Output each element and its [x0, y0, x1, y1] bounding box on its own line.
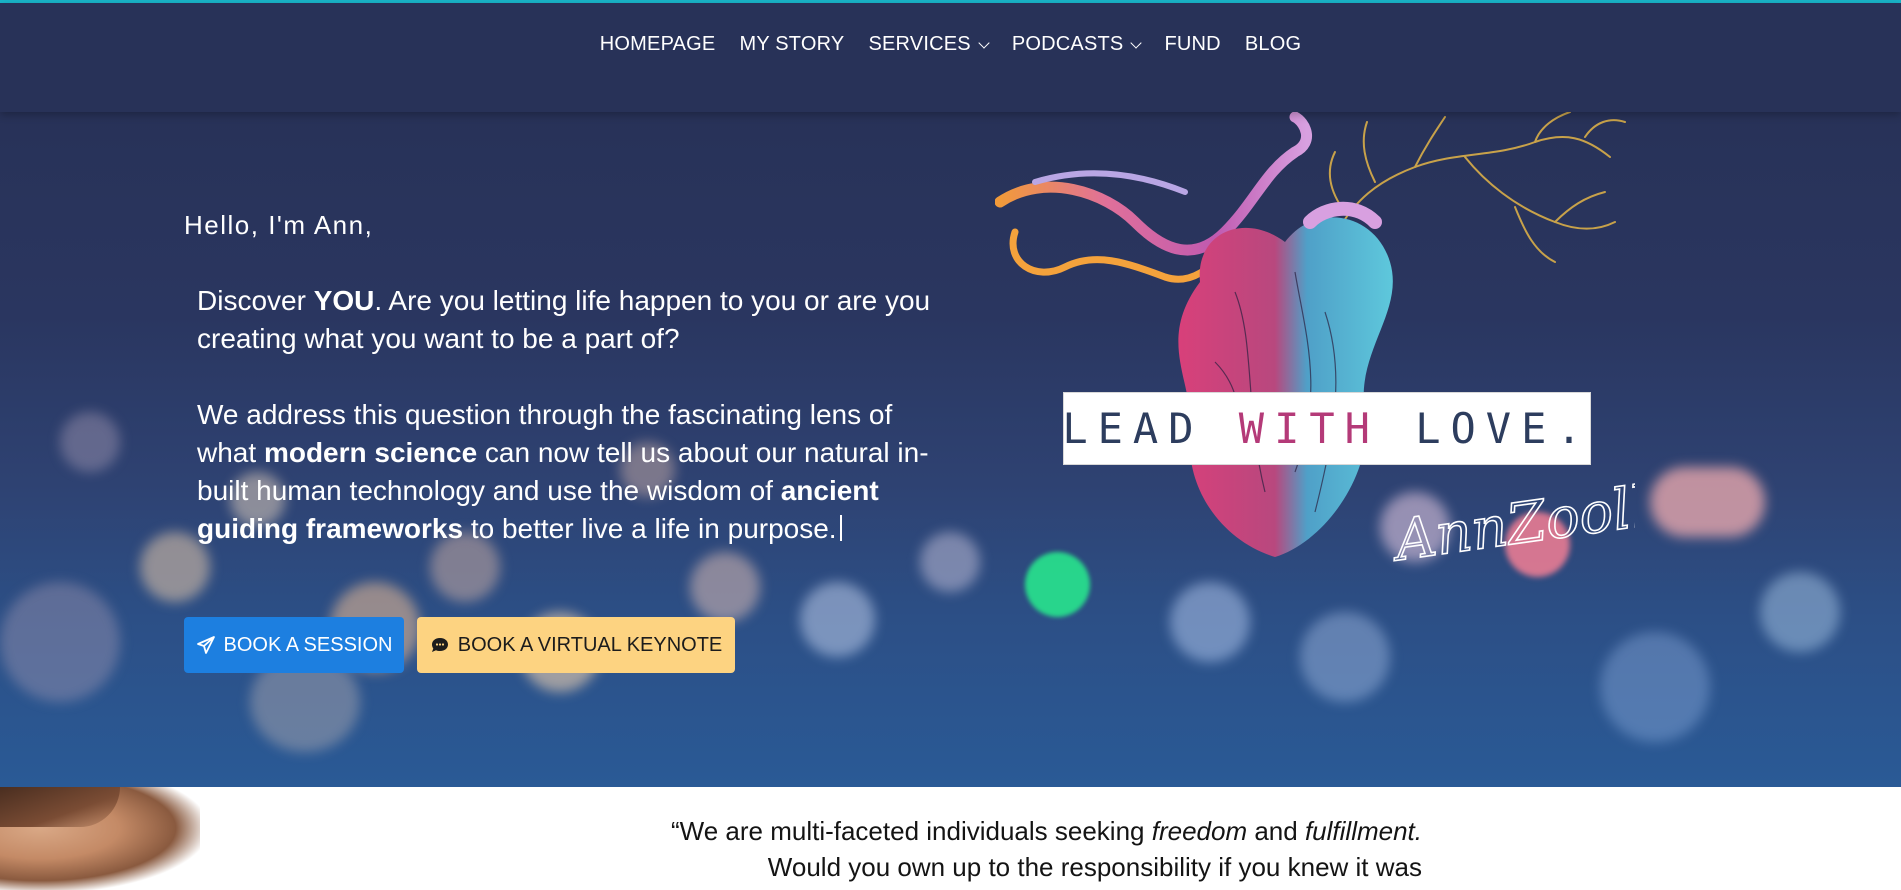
hero-greeting: Hello, I'm Ann, — [184, 210, 374, 240]
heart-artwork: AnnZoolhelle — [995, 112, 1635, 576]
nav-homepage-label: HOMEPAGE — [599, 33, 716, 55]
paper-plane-icon — [196, 635, 216, 655]
lead-with-love-banner: LEAD WITH LOVE. — [1062, 392, 1592, 465]
hero-p2-bold-science: modern science — [263, 437, 478, 468]
nav-blog[interactable]: BLOG — [1233, 33, 1313, 56]
nav-my-story[interactable]: MY STORY — [727, 33, 856, 56]
banner-text-love: LOVE. — [1379, 404, 1592, 453]
quote-fulfillment: fulfillment. — [1304, 816, 1422, 846]
portrait-image — [0, 787, 200, 890]
hero-p1-text: Discover — [197, 285, 314, 316]
quote-section: “We are multi-faceted individuals seekin… — [0, 787, 1901, 890]
book-keynote-button[interactable]: BOOK A VIRTUAL KEYNOTE — [417, 617, 735, 673]
nav-services[interactable]: SERVICES — [856, 33, 999, 56]
quote-line-1: “We are multi-faceted individuals seekin… — [600, 813, 1422, 849]
book-session-button[interactable]: BOOK A SESSION — [184, 617, 404, 673]
nav-fund[interactable]: FUND — [1152, 33, 1232, 56]
quote-text-and: and — [1247, 816, 1305, 846]
quote-text-start: “We are multi-faceted individuals seekin… — [670, 816, 1152, 846]
main-menu: HOMEPAGE MY STORY SERVICES PODCASTS FUND… — [0, 33, 1901, 56]
banner-text-with: WITH — [1238, 404, 1380, 453]
nav-blog-label: BLOG — [1244, 33, 1302, 55]
hero-p2-text-end: to better live a life in purpose. — [463, 513, 837, 544]
chevron-down-icon — [978, 37, 990, 49]
hero-paragraph-1: Discover YOU. Are you letting life happe… — [197, 282, 947, 358]
text-cursor — [839, 515, 842, 541]
hero-paragraph-2: We address this question through the fas… — [197, 396, 947, 548]
nav-services-label: SERVICES — [868, 33, 971, 55]
chevron-down-icon — [1130, 37, 1143, 49]
nav-fund-label: FUND — [1164, 33, 1221, 55]
signature: AnnZoolhelle — [1386, 457, 1635, 574]
hero-description: Discover YOU. Are you letting life happe… — [197, 282, 947, 586]
quote-text: “We are multi-faceted individuals seekin… — [600, 813, 1422, 885]
hero-p1-bold: YOU — [313, 285, 375, 316]
hero-section: Hello, I'm Ann, Discover YOU. Are you le… — [0, 112, 1901, 787]
book-keynote-label: BOOK A VIRTUAL KEYNOTE — [457, 633, 723, 656]
comment-dots-icon — [430, 635, 450, 655]
top-navigation: HOMEPAGE MY STORY SERVICES PODCASTS FUND… — [0, 3, 1901, 112]
nav-homepage[interactable]: HOMEPAGE — [588, 33, 728, 56]
nav-podcasts[interactable]: PODCASTS — [1000, 33, 1153, 56]
book-session-label: BOOK A SESSION — [223, 633, 393, 656]
nav-my-story-label: MY STORY — [739, 33, 845, 55]
quote-line-2: Would you own up to the responsibility i… — [767, 852, 1422, 882]
nav-podcasts-label: PODCASTS — [1011, 33, 1124, 55]
quote-freedom: freedom — [1151, 816, 1248, 846]
banner-text-lead: LEAD — [1062, 404, 1239, 453]
